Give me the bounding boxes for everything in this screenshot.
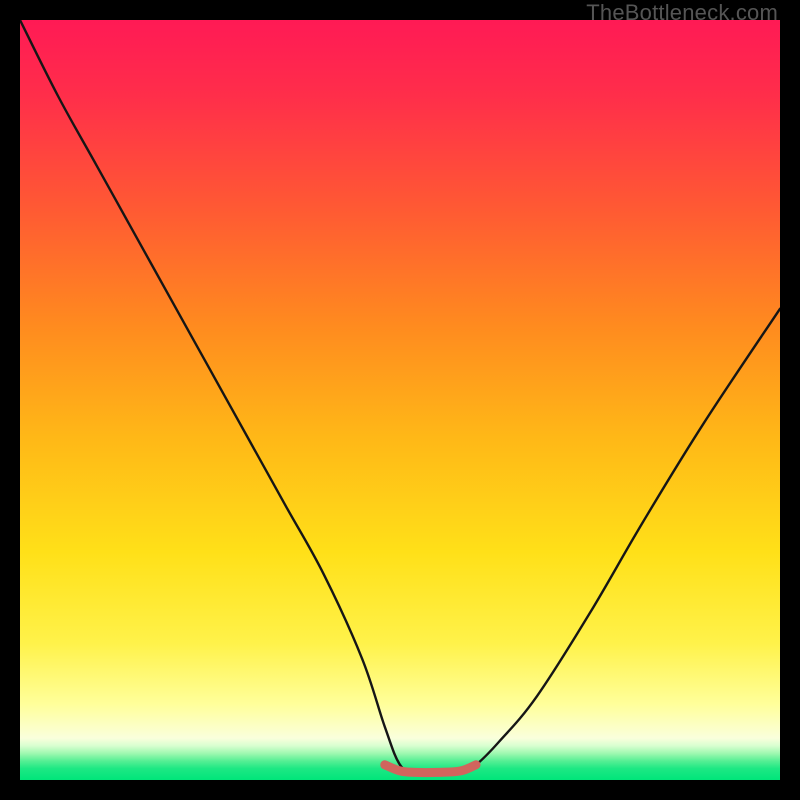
chart-plot-layer bbox=[20, 20, 780, 780]
watermark-text: TheBottleneck.com bbox=[586, 0, 778, 26]
bottleneck-curve bbox=[20, 20, 780, 773]
chart-frame bbox=[20, 20, 780, 780]
optimal-flat-segment bbox=[385, 765, 476, 773]
